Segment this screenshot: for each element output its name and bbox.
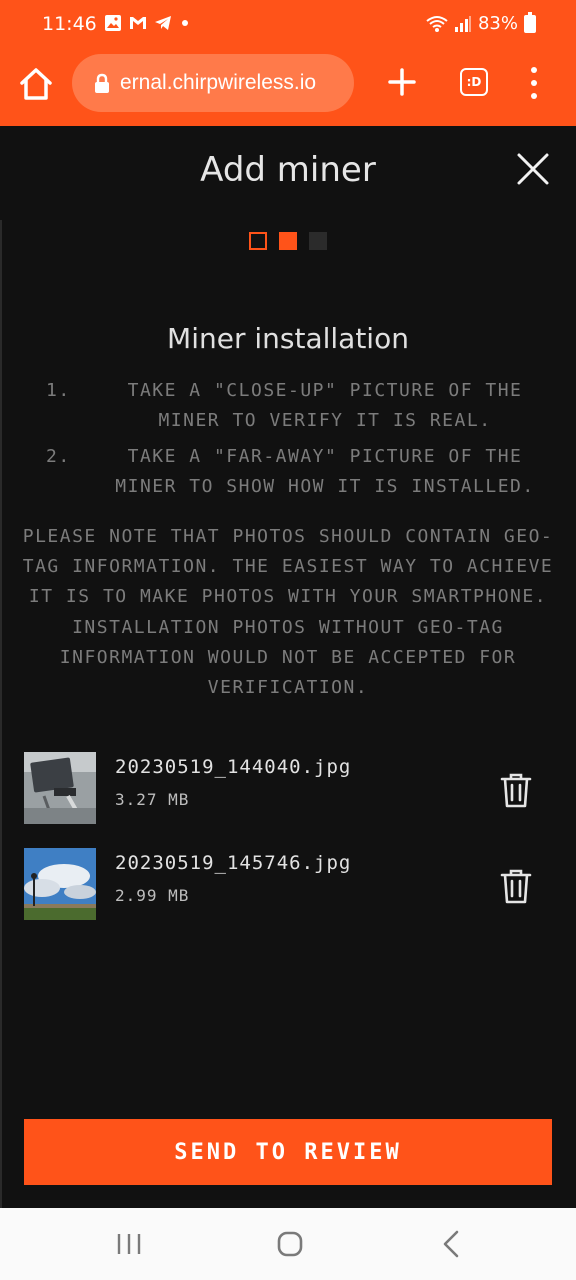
status-bar: 11:46 83%	[0, 0, 576, 50]
step-1	[249, 232, 267, 250]
home-icon[interactable]	[18, 66, 54, 102]
instruction-list: 1. TAKE A "CLOSE-UP" PICTURE OF THE MINE…	[40, 376, 550, 508]
close-icon[interactable]	[516, 152, 550, 186]
more-menu-icon[interactable]	[526, 67, 542, 99]
instruction-number: 2.	[46, 446, 71, 467]
browser-toolbar: ernal.chirpwireless.io :D	[0, 50, 576, 126]
back-icon[interactable]	[440, 1230, 462, 1258]
step-indicator	[249, 232, 327, 250]
dot-icon	[182, 20, 188, 26]
file-item: 20230519_144040.jpg 3.27 MB	[24, 752, 554, 824]
divider	[0, 220, 2, 1208]
instruction-text: TAKE A "FAR-AWAY" PICTURE OF THE MINER T…	[115, 446, 535, 497]
wifi-icon	[426, 15, 448, 32]
add-miner-modal: Add miner Miner installation 1. TAKE A "…	[0, 126, 576, 1208]
file-thumbnail[interactable]	[24, 848, 96, 920]
file-item: 20230519_145746.jpg 2.99 MB	[24, 848, 554, 920]
system-indicators: 83%	[426, 11, 536, 34]
modal-title: Add miner	[200, 150, 376, 190]
step-3	[309, 232, 327, 250]
file-thumbnail[interactable]	[24, 752, 96, 824]
telegram-icon	[155, 16, 171, 30]
file-size: 2.99 MB	[115, 886, 190, 905]
delete-icon[interactable]	[500, 868, 532, 904]
recents-icon[interactable]	[116, 1232, 142, 1256]
lock-icon	[95, 73, 109, 93]
file-name: 20230519_145746.jpg	[115, 852, 352, 874]
gmail-icon	[130, 17, 146, 29]
new-tab-icon[interactable]	[386, 66, 418, 98]
battery-icon	[524, 11, 536, 33]
tab-switcher-button[interactable]: :D	[460, 68, 488, 96]
send-to-review-button[interactable]: SEND TO REVIEW	[24, 1119, 552, 1185]
address-bar[interactable]: ernal.chirpwireless.io	[72, 54, 354, 112]
home-nav-icon[interactable]	[276, 1230, 304, 1258]
battery-percent: 83%	[477, 13, 518, 34]
instruction-number: 1.	[46, 380, 71, 401]
url-text: ernal.chirpwireless.io	[120, 71, 317, 94]
gallery-icon	[105, 15, 121, 31]
file-name: 20230519_144040.jpg	[115, 756, 352, 778]
system-nav-bar	[0, 1208, 576, 1280]
instruction-item: 1. TAKE A "CLOSE-UP" PICTURE OF THE MINE…	[40, 376, 550, 436]
section-title: Miner installation	[167, 322, 409, 355]
step-2	[279, 232, 297, 250]
notification-icons	[104, 14, 192, 32]
signal-icon	[454, 15, 471, 32]
file-size: 3.27 MB	[115, 790, 190, 809]
status-time: 11:46	[42, 13, 97, 35]
delete-icon[interactable]	[500, 772, 532, 808]
geotag-note: PLEASE NOTE THAT PHOTOS SHOULD CONTAIN G…	[22, 526, 554, 699]
instruction-text: TAKE A "CLOSE-UP" PICTURE OF THE MINER T…	[127, 380, 523, 431]
instruction-item: 2. TAKE A "FAR-AWAY" PICTURE OF THE MINE…	[40, 442, 550, 502]
